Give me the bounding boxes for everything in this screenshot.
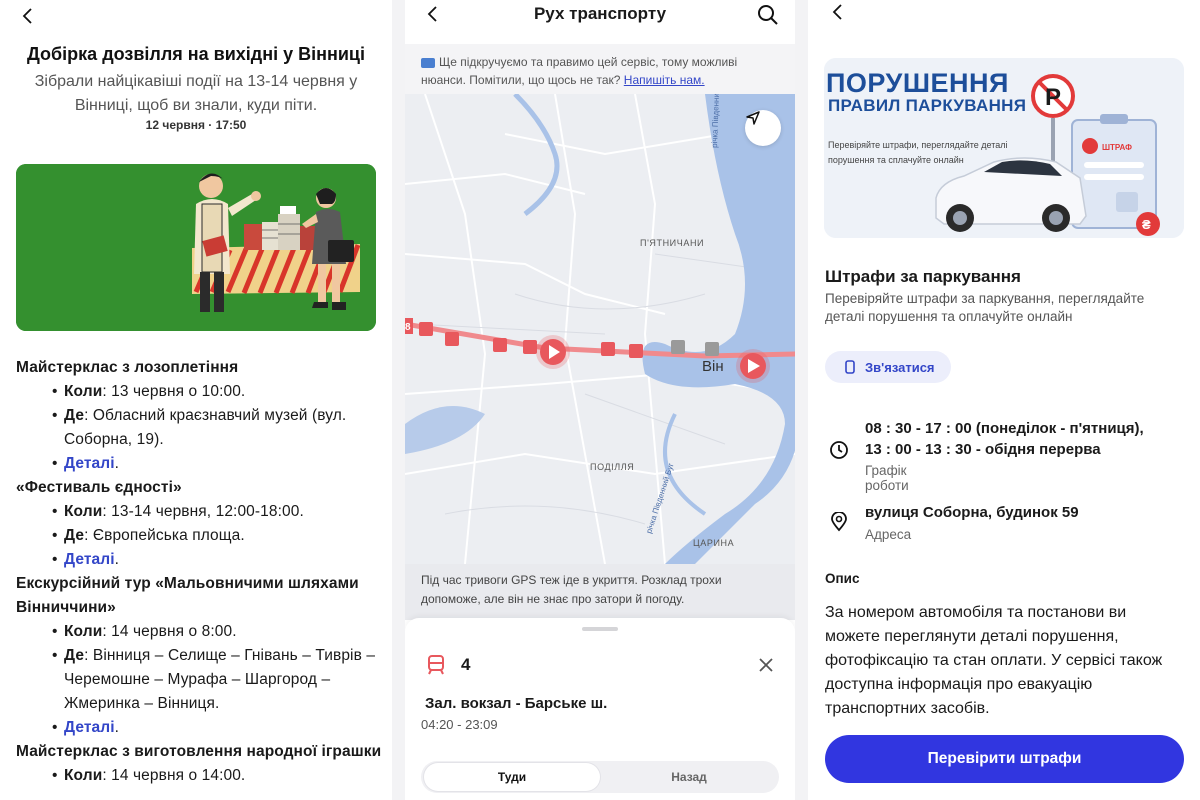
sheet-handle[interactable] bbox=[582, 627, 618, 631]
service-title: Штрафи за паркування bbox=[825, 267, 1021, 286]
district-label: ЦАРИНА bbox=[693, 538, 734, 548]
article-subtitle: Зібрали найцікавіші події на 13-14 червн… bbox=[34, 73, 358, 114]
chevron-left-icon bbox=[832, 4, 842, 20]
coin-letter: ₴ bbox=[1142, 217, 1151, 232]
event-details-link[interactable]: Деталі bbox=[64, 719, 115, 736]
event-details-link[interactable]: Деталі bbox=[64, 455, 115, 472]
vehicle-marker bbox=[536, 335, 570, 369]
doc-label: ШТРАФ bbox=[1102, 143, 1132, 152]
route-map[interactable]: П'ЯТНИЧАНИ ПОДІЛЛЯ ЦАРИНА річка Південни… bbox=[405, 94, 795, 564]
district-label: П'ЯТНИЧАНИ bbox=[640, 238, 704, 248]
banner-title: ПОРУШЕННЯ bbox=[826, 68, 1009, 98]
event-title: Майстерклас з виготовлення народної ігра… bbox=[16, 743, 382, 760]
article-title: Добірка дозвілля на вихідні у Вінниці bbox=[27, 44, 365, 64]
hours-line: 13 : 00 - 13 : 30 - обідня перерва bbox=[865, 441, 1101, 458]
event-where: Де: Обласний краєзнавчий музей (вул. Соб… bbox=[52, 404, 386, 452]
vehicle-marker bbox=[736, 349, 770, 383]
route-sheet: 4 Зал. вокзал - Барське ш. 04:20 - 23:09… bbox=[405, 618, 795, 800]
tab-forward[interactable]: Туди bbox=[424, 763, 600, 791]
navigation-arrow-icon bbox=[746, 111, 760, 125]
event-title: Екскурсійний тур «Мальовничими шляхами В… bbox=[16, 575, 359, 616]
gps-warning: Під час тривоги GPS теж іде в укриття. Р… bbox=[405, 564, 795, 620]
phone-icon bbox=[845, 360, 855, 374]
event-details: Деталі. bbox=[52, 548, 386, 572]
hours-line: 08 : 30 - 17 : 00 (понеділок - п'ятниця)… bbox=[865, 420, 1144, 437]
direction-tabs: Туди Назад bbox=[421, 761, 779, 793]
locate-button[interactable] bbox=[745, 110, 781, 146]
event-details: Деталі. bbox=[52, 716, 386, 740]
route-badge: 8 bbox=[405, 322, 411, 333]
close-icon[interactable] bbox=[757, 656, 775, 674]
banner-text: Перевіряйте штрафи, переглядайте деталі … bbox=[828, 140, 1008, 165]
panel-divider bbox=[795, 0, 808, 800]
event-when: Коли: 14 червня о 14:00. bbox=[52, 764, 386, 788]
service-description: Перевіряйте штрафи за паркування, перегл… bbox=[825, 291, 1145, 324]
transport-screen: Рух транспорту Ще підкручуємо та правимо… bbox=[405, 0, 795, 800]
parking-banner: P ШТРАФ ₴ ПОРУШЕННЯ ПРАВИЛ ПАРКУВАННЯ Пе… bbox=[824, 58, 1184, 238]
parking-fines-screen: P ШТРАФ ₴ ПОРУШЕННЯ ПРАВИЛ ПАРКУВАННЯ Пе… bbox=[808, 0, 1200, 800]
route-number: 4 bbox=[461, 655, 471, 674]
description-heading: Опис bbox=[825, 571, 860, 586]
back-button[interactable] bbox=[826, 0, 850, 24]
beta-notice: Ще підкручуємо та правимо цей сервіс, то… bbox=[405, 44, 795, 94]
location-pin-icon bbox=[831, 512, 847, 532]
events-list: Майстерклас з лозоплетіння Коли: 13 черв… bbox=[16, 356, 386, 788]
event-where: Де: Європейська площа. bbox=[52, 524, 386, 548]
district-label: ПОДІЛЛЯ bbox=[590, 462, 634, 472]
search-icon[interactable] bbox=[755, 2, 781, 28]
tram-icon bbox=[428, 655, 444, 675]
clock-icon bbox=[830, 441, 848, 459]
route-name: Зал. вокзал - Барське ш. bbox=[425, 695, 608, 712]
banner-subtitle: ПРАВИЛ ПАРКУВАННЯ bbox=[828, 96, 1027, 115]
description-body: За номером автомобіля та постанови ви мо… bbox=[825, 604, 1163, 717]
feedback-link[interactable]: Напишіть нам. bbox=[624, 73, 705, 87]
bus-icon bbox=[421, 57, 435, 68]
event-when: Коли: 13 червня о 10:00. bbox=[52, 380, 386, 404]
event-title: Майстерклас з лозоплетіння bbox=[16, 359, 239, 376]
article-date: 12 червня · 17:50 bbox=[145, 118, 247, 132]
check-fines-button[interactable]: Перевірити штрафи bbox=[825, 735, 1184, 783]
tab-back[interactable]: Назад bbox=[601, 763, 777, 791]
contact-button[interactable]: Зв'язатися bbox=[825, 351, 951, 383]
event-when: Коли: 14 червня о 8:00. bbox=[52, 620, 386, 644]
address-text: вулиця Соборна, будинок 59 bbox=[865, 504, 1079, 521]
address-caption: Адреса bbox=[865, 527, 912, 542]
article-illustration bbox=[16, 164, 376, 331]
panel-divider bbox=[392, 0, 405, 800]
hours-caption: Графік роботи bbox=[865, 463, 909, 493]
contact-label: Зв'язатися bbox=[865, 359, 935, 375]
page-title: Рух транспорту bbox=[533, 4, 667, 23]
city-label: Він bbox=[702, 358, 724, 375]
event-when: Коли: 13-14 червня, 12:00-18:00. bbox=[52, 500, 386, 524]
chevron-left-icon bbox=[22, 8, 32, 24]
event-where: Де: Вінниця – Селище – Гнівань – Тиврів … bbox=[52, 644, 386, 716]
event-details: Деталі. bbox=[52, 452, 386, 476]
back-button[interactable] bbox=[16, 4, 40, 28]
sign-letter: P bbox=[1045, 84, 1061, 111]
event-title: «Фестиваль єдності» bbox=[16, 479, 182, 496]
event-details-link[interactable]: Деталі bbox=[64, 551, 115, 568]
route-hours: 04:20 - 23:09 bbox=[421, 717, 498, 732]
article-screen: Добірка дозвілля на вихідні у Вінниці Зі… bbox=[0, 0, 392, 800]
